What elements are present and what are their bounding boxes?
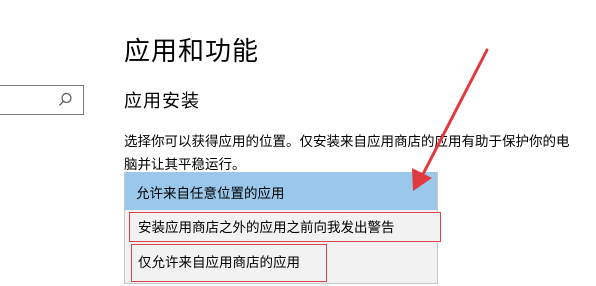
option-allow-anywhere[interactable]: 允许来自任意位置的应用 [125,172,437,210]
search-input[interactable] [0,85,84,115]
page-title: 应用和功能 [124,37,260,67]
section-title-app-install: 应用安装 [124,91,200,112]
app-install-dropdown[interactable]: 允许来自任意位置的应用 安装应用商店之外的应用之前向我发出警告 仅允许来自应用商… [124,172,441,284]
search-icon[interactable] [56,91,74,109]
option-warn-before-install[interactable]: 安装应用商店之外的应用之前向我发出警告 [129,212,441,242]
apps-and-features-screen: 应用和功能 应用安装 选择你可以获得应用的位置。仅安装来自应用商店的应用有助于保… [0,0,596,286]
option-store-only[interactable]: 仅允许来自应用商店的应用 [131,244,327,282]
install-description: 选择你可以获得应用的位置。仅安装来自应用商店的应用有助于保护你的电脑并让其平稳运… [124,134,570,173]
